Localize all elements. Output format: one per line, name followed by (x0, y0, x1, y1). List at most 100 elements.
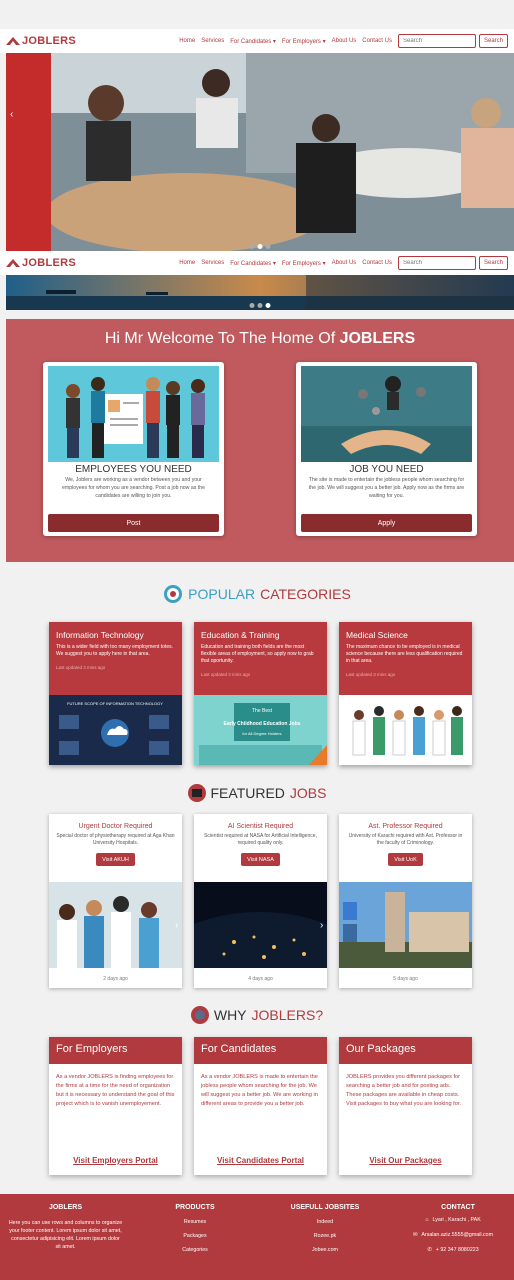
category-updated: Last updated 3 mins ago (201, 672, 251, 677)
footer-contact: CONTACT ⌂ Lyari , Karachi , PAK ✉ Arsalan.… (398, 1204, 508, 1262)
job-card-akuh: Urgent Doctor Required Special doctor of… (49, 814, 182, 988)
why-card-text: JOBLERS provides you different packages … (346, 1074, 461, 1107)
job-image (339, 882, 472, 968)
contact-address: Lyari , Karachi , PAK (432, 1217, 481, 1223)
why-card-employers: For Employers As a vendor JOBLERS is fin… (49, 1037, 182, 1175)
carousel-prev-icon[interactable]: ‹ (10, 109, 13, 120)
navbar: JOBLERS Home Services For Candidates ▾ F… (0, 29, 514, 53)
phone-icon: ✆ (427, 1247, 432, 1253)
footer-link-jobee[interactable]: Jobee.com (285, 1247, 365, 1253)
visit-our-packages-link[interactable]: Visit Our Packages (339, 1156, 472, 1165)
footer-heading: CONTACT (441, 1204, 475, 1211)
employees-image (48, 366, 219, 462)
job-text: University of Karachi required with Ast.… (348, 833, 463, 846)
carousel-indicators (249, 303, 271, 308)
heading-word: FEATURED (210, 785, 285, 801)
mail-icon: ✉ (412, 1232, 418, 1238)
category-banner: Early Childhood Education Jobs (224, 721, 301, 727)
category-banner: FUTURE SCOPE OF INFORMATION TECHNOLOGY (67, 701, 163, 706)
footer-heading: USEFULL JOBSITES (290, 1204, 360, 1211)
heading-word: POPULAR (188, 586, 256, 602)
category-card-it[interactable]: Information Technology This is a wider f… (49, 622, 182, 765)
brand-logo[interactable]: JOBLERS (6, 257, 76, 269)
footer-link-indeed[interactable]: Indeed (285, 1219, 365, 1225)
nav-for-candidates[interactable]: For Candidates ▾ (230, 38, 276, 45)
footer-heading: JOBLERS (48, 1204, 83, 1211)
nav-for-employers[interactable]: For Employers ▾ (282, 38, 326, 45)
welcome-section: Hi Mr Welcome To The Home Of JOBLERS EMP… (6, 319, 514, 562)
category-title: Education & Training (201, 630, 280, 640)
hero-carousel-strip[interactable] (6, 274, 514, 310)
carousel-dot[interactable] (265, 244, 271, 249)
job-text: The site is made to entertain the jobles… (308, 477, 465, 499)
nav-services[interactable]: Services (201, 38, 224, 45)
popular-categories-heading: POPULAR CATEGORIES (0, 584, 514, 604)
nav-about-us[interactable]: About Us (332, 38, 357, 45)
nav-services[interactable]: Services (201, 260, 224, 267)
category-banner: The Best (252, 708, 273, 714)
job-title: Urgent Doctor Required (78, 823, 153, 830)
why-card-packages: Our Packages JOBLERS provides you differ… (339, 1037, 472, 1175)
category-banner: for All Degree Holders (242, 731, 281, 736)
job-image: › (194, 882, 327, 968)
nav-contact-us[interactable]: Contact Us (362, 260, 392, 267)
search-input[interactable] (397, 34, 476, 48)
category-text: Education and training both fields are t… (201, 644, 314, 664)
brand-name: JOBLERS (22, 257, 77, 269)
visit-employers-portal-link[interactable]: Visit Employers Portal (49, 1156, 182, 1165)
carousel-dot[interactable] (257, 244, 263, 249)
carousel-dot[interactable] (265, 303, 271, 308)
carousel-dot[interactable] (257, 303, 263, 308)
nav-for-employers[interactable]: For Employers ▾ (282, 260, 326, 267)
nav-about-us[interactable]: About Us (332, 260, 357, 267)
job-card: JOB YOU NEED The site is made to enterta… (296, 362, 477, 536)
search-button[interactable]: Search (478, 34, 508, 48)
job-posted: 4 days ago (248, 976, 273, 982)
heading-word: JOBLERS? (251, 1007, 324, 1023)
contact-phone[interactable]: + 92 347 8080223 (436, 1247, 479, 1253)
why-joblers-heading: WHY JOBLERS? (0, 1006, 514, 1024)
logo-icon (6, 259, 20, 267)
job-posted: 2 days ago (103, 976, 128, 982)
category-text: This is a wider field with too many empl… (56, 644, 173, 657)
heading-word: WHY (213, 1007, 247, 1023)
nav-home[interactable]: Home (179, 38, 195, 45)
footer-link-categories[interactable]: Categories (160, 1247, 230, 1253)
footer-link-rozee[interactable]: Rozee.pk (285, 1233, 365, 1239)
svg-text:›: › (175, 920, 178, 931)
post-button[interactable]: Post (48, 514, 219, 532)
visit-uok-button[interactable]: Visit UoK (388, 853, 423, 866)
nav-contact-us[interactable]: Contact Us (362, 38, 392, 45)
employees-card: EMPLOYEES YOU NEED We, Joblers are worki… (43, 362, 224, 536)
category-image: The Best Early Childhood Education Jobs fo… (194, 695, 327, 765)
job-title: JOB YOU NEED (349, 464, 424, 475)
apply-button[interactable]: Apply (301, 514, 472, 532)
footer-link-resumes[interactable]: Resumes (160, 1219, 230, 1225)
category-card-medical[interactable]: Medical Science The maximum chance to be… (339, 622, 472, 765)
job-image: › (49, 882, 182, 968)
welcome-title: Hi Mr Welcome To The Home Of JOBLERS (104, 330, 416, 347)
visit-nasa-button[interactable]: Visit NASA (241, 853, 280, 866)
carousel-dot[interactable] (249, 244, 255, 249)
contact-email[interactable]: Arsalan.aziz.5555@gmail.com (421, 1232, 493, 1238)
category-text: The maximum chance to be employed is in … (346, 644, 463, 664)
carousel-dot[interactable] (249, 303, 255, 308)
featured-jobs-heading: FEATURED JOBS (0, 784, 514, 802)
category-card-education[interactable]: Education & Training Education and train… (194, 622, 327, 765)
search-input[interactable] (397, 256, 476, 270)
visit-candidates-portal-link[interactable]: Visit Candidates Portal (194, 1156, 327, 1165)
search-button[interactable]: Search (478, 256, 508, 270)
hero-carousel[interactable]: ‹ (6, 53, 514, 251)
brand-logo[interactable]: JOBLERS (6, 35, 76, 47)
job-posted: 5 days ago (393, 976, 418, 982)
job-card-uok: Ast. Professor Required University of Ka… (339, 814, 472, 988)
nav-for-candidates[interactable]: For Candidates ▾ (230, 260, 276, 267)
footer-link-packages[interactable]: Packages (160, 1233, 230, 1239)
navbar-sticky: JOBLERS Home Services For Candidates ▾ F… (0, 251, 514, 275)
footer: JOBLERS Here you can use rows and column… (0, 1194, 514, 1280)
visit-akuh-button[interactable]: Visit AKUH (96, 853, 135, 866)
category-title: Information Technology (56, 630, 144, 640)
nav-home[interactable]: Home (179, 260, 195, 267)
category-image (339, 695, 472, 765)
category-updated: Last updated 3 mins ago (346, 672, 396, 677)
